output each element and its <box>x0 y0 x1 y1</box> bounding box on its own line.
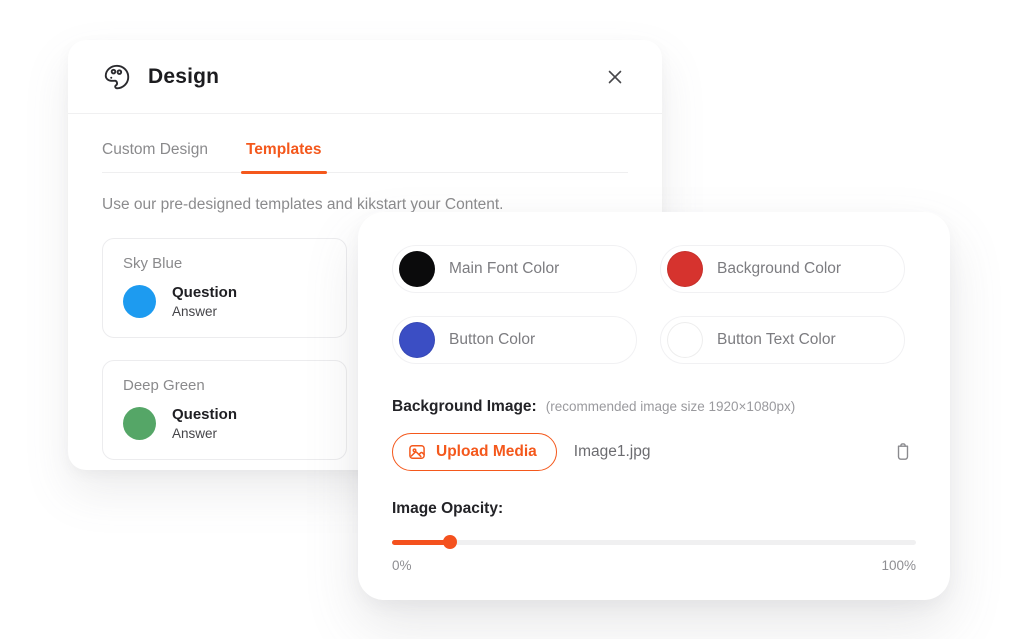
template-card-deep-green[interactable]: Deep Green Question Answer <box>102 360 347 460</box>
button-color-picker[interactable]: Button Color <box>392 316 637 364</box>
color-option-label: Main Font Color <box>449 260 559 278</box>
trash-icon[interactable] <box>890 439 916 465</box>
button-text-color-swatch <box>667 322 703 358</box>
template-name: Sky Blue <box>123 255 326 272</box>
tab-templates[interactable]: Templates <box>246 141 322 159</box>
template-card-sky-blue[interactable]: Sky Blue Question Answer <box>102 238 347 338</box>
design-tabs: Custom Design Templates <box>102 141 628 173</box>
opacity-range-labels: 0% 100% <box>392 558 916 573</box>
image-icon <box>407 442 427 462</box>
dialog-title: Design <box>148 65 219 89</box>
button-text-color-picker[interactable]: Button Text Color <box>660 316 905 364</box>
opacity-min-label: 0% <box>392 558 412 573</box>
image-opacity-section: Image Opacity: 0% 100% <box>392 500 916 573</box>
upload-media-button[interactable]: Upload Media <box>392 433 557 471</box>
recommended-size-hint: (recommended image size 1920×1080px) <box>546 399 796 414</box>
background-image-label: Background Image: <box>392 398 537 416</box>
custom-design-settings-panel: Main Font Color Background Color Button … <box>358 212 950 600</box>
background-color-picker[interactable]: Background Color <box>660 245 905 293</box>
color-option-label: Button Text Color <box>717 331 836 349</box>
upload-media-label: Upload Media <box>436 443 537 461</box>
close-icon[interactable] <box>602 64 628 90</box>
template-answer-label: Answer <box>172 304 237 319</box>
upload-row: Upload Media Image1.jpg <box>392 433 916 471</box>
page-background: Design Custom Design Templates Use our p… <box>0 0 1024 639</box>
uploaded-file-name: Image1.jpg <box>574 443 651 461</box>
background-color-swatch <box>667 251 703 287</box>
template-question-label: Question <box>172 284 237 301</box>
button-color-swatch <box>399 322 435 358</box>
opacity-slider[interactable] <box>392 535 916 549</box>
template-name: Deep Green <box>123 377 326 394</box>
template-preview: Question Answer <box>123 284 326 319</box>
opacity-slider-track[interactable] <box>392 540 916 545</box>
opacity-max-label: 100% <box>881 558 916 573</box>
tab-custom-design[interactable]: Custom Design <box>102 141 208 159</box>
image-opacity-label: Image Opacity: <box>392 500 916 518</box>
main-font-color-picker[interactable]: Main Font Color <box>392 245 637 293</box>
design-dialog-header: Design <box>68 40 662 114</box>
palette-icon <box>102 62 132 92</box>
template-preview: Question Answer <box>123 406 326 441</box>
template-color-dot <box>123 407 156 440</box>
color-option-label: Button Color <box>449 331 535 349</box>
main-font-color-swatch <box>399 251 435 287</box>
opacity-slider-thumb[interactable] <box>443 535 457 549</box>
template-color-dot <box>123 285 156 318</box>
background-image-section: Background Image: (recommended image siz… <box>392 398 916 416</box>
color-option-label: Background Color <box>717 260 841 278</box>
opacity-slider-fill <box>392 540 450 545</box>
template-question-label: Question <box>172 406 237 423</box>
color-options-grid: Main Font Color Background Color Button … <box>392 245 916 364</box>
template-answer-label: Answer <box>172 426 237 441</box>
